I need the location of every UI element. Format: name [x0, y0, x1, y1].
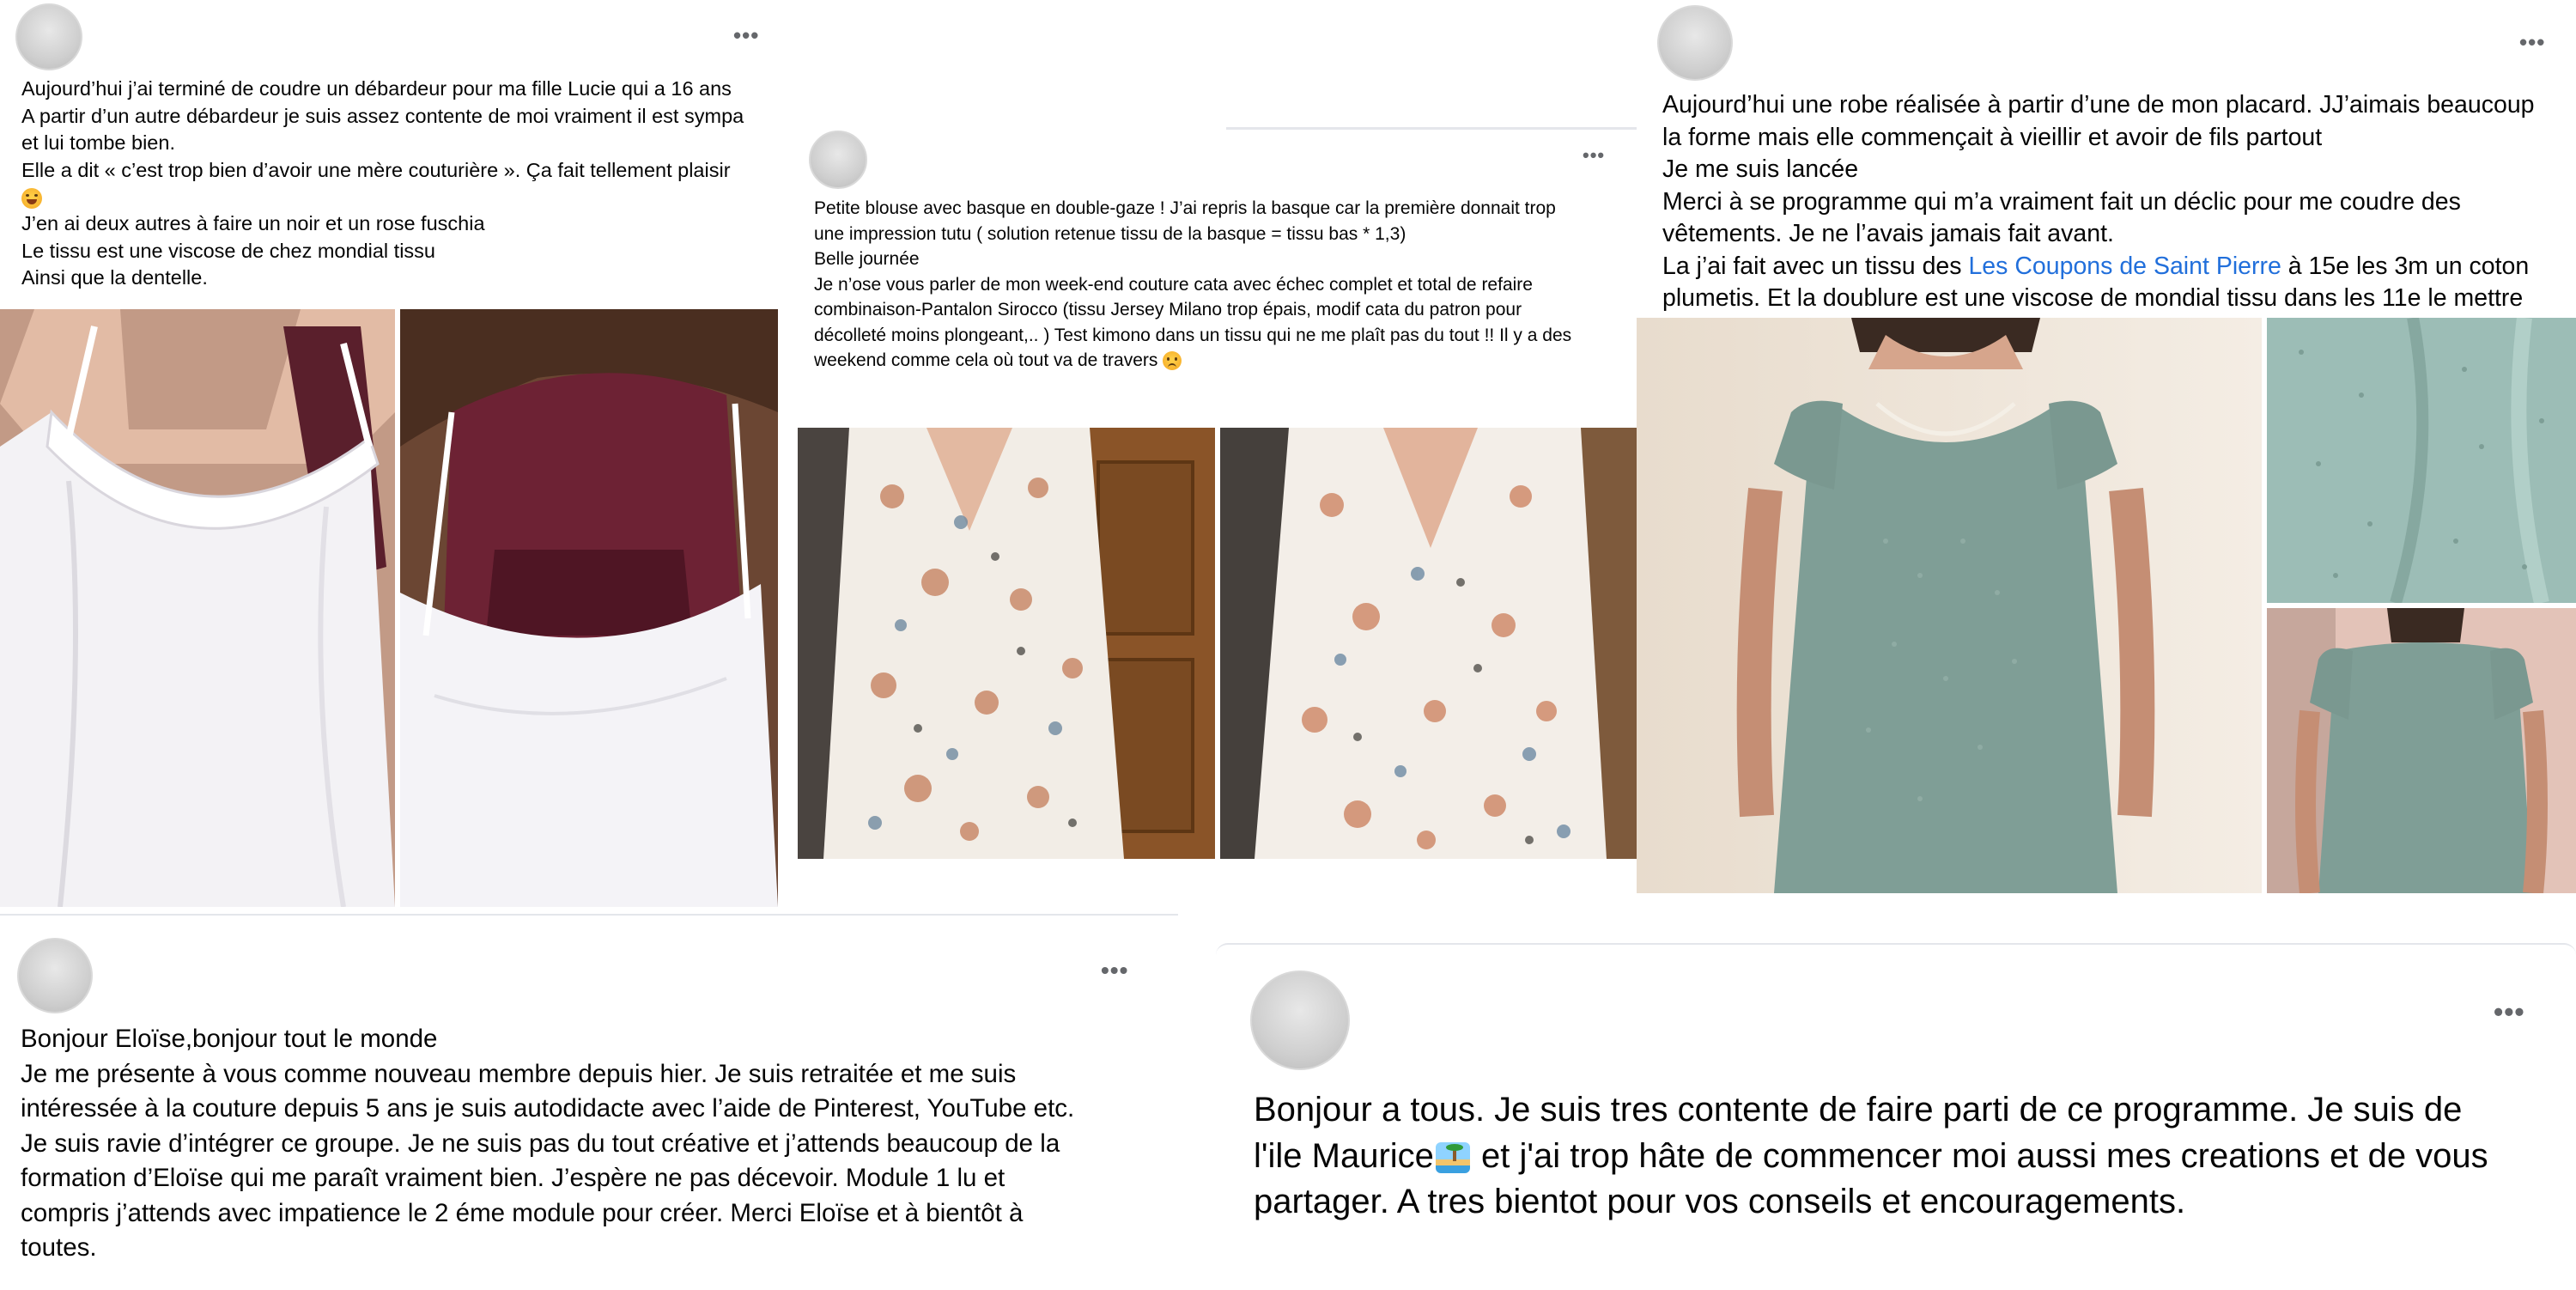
post-text: Bonjour a tous. Je suis tres contente de…: [1254, 1087, 2567, 1226]
post-line: Merci à se programme qui m’a vraiment fa…: [1662, 187, 2461, 216]
floral-blouse-photo-1[interactable]: [798, 428, 1215, 859]
white-camisole-back-photo[interactable]: [400, 309, 778, 907]
post-text: Aujourd’hui j’ai terminé de coudre un dé…: [21, 76, 777, 292]
post-line: Bonjour Eloïse,bonjour tout le monde: [21, 1025, 438, 1053]
post-line: une impression tutu ( solution retenue t…: [814, 223, 1406, 244]
post-line: formation d’Eloïse qui me paraît vraimen…: [21, 1164, 1005, 1192]
more-options-icon[interactable]: •••: [1101, 957, 1128, 984]
post-text: Bonjour Eloïse,bonjour tout le monde Je …: [21, 1022, 1176, 1266]
author-avatar[interactable]: [809, 131, 867, 189]
post-card-3: ••• Aujourd’hui une robe réalisée à part…: [1637, 0, 2576, 893]
post-line: combinaison-Pantalon Sirocco (tissu Jers…: [814, 300, 1522, 319]
green-dress-back-photo[interactable]: [2267, 608, 2576, 893]
white-camisole-front-photo[interactable]: [0, 309, 395, 907]
post-line-with-emoji: l'ile Maurice et j'ai trop hâte de comme…: [1254, 1134, 2567, 1180]
post-line: compris j’attends avec impatience le 2 é…: [21, 1198, 1024, 1227]
post-line: Je me présente à vous comme nouveau memb…: [21, 1059, 1017, 1088]
author-avatar[interactable]: [15, 3, 82, 70]
post-line: toutes.: [21, 1233, 97, 1262]
post-line: intéressée à la couture depuis 5 ans je …: [21, 1094, 1075, 1123]
post-card-2: ••• Petite blouse avec basque en double-…: [797, 127, 1637, 866]
post-line: J’en ai deux autres à faire un noir et u…: [21, 212, 485, 234]
post-line: Le tissu est une viscose de chez mondial…: [21, 239, 436, 262]
post-line: A partir d’un autre débardeur je suis as…: [21, 104, 744, 127]
post-line-with-emoji: weekend comme cela où tout va de travers: [814, 348, 1634, 374]
post-line: Je n’ose vous parler de mon week-end cou…: [814, 274, 1533, 295]
post-line: Aujourd’hui une robe réalisée à partir d…: [1662, 91, 2535, 119]
post-line: weekend comme cela où tout va de travers: [814, 350, 1158, 370]
post-line: vêtements. Je ne l’avais jamais fait ava…: [1662, 220, 2114, 247]
post-line-suffix: à 15e les 3m un coton: [2281, 252, 2530, 280]
island-emoji: [1435, 1141, 1470, 1173]
smiling-face-emoji: [21, 184, 777, 210]
post-line: partager. A tres bientot pour vos consei…: [1254, 1183, 2186, 1220]
post-text: Petite blouse avec basque en double-gaze…: [814, 196, 1634, 374]
post-text: Aujourd’hui une robe réalisée à partir d…: [1662, 89, 2573, 315]
more-options-icon[interactable]: •••: [2519, 29, 2545, 56]
author-avatar[interactable]: [17, 938, 93, 1013]
more-options-icon[interactable]: •••: [1583, 144, 1605, 167]
post-line: Bonjour a tous. Je suis tres contente de…: [1254, 1091, 2463, 1129]
post-line: la forme mais elle commençait à vieillir…: [1662, 123, 2323, 151]
post-line: Je suis ravie d’intégrer ce groupe. Je n…: [21, 1129, 1060, 1158]
post-line-prefix: La j’ai fait avec un tissu des: [1662, 252, 1969, 280]
post-line-with-link: La j’ai fait avec un tissu des Les Coupo…: [1662, 251, 2573, 283]
post-line: Ainsi que la dentelle.: [21, 266, 208, 289]
post-line: Aujourd’hui j’ai terminé de coudre un dé…: [21, 77, 732, 100]
floral-blouse-photo-2[interactable]: [1220, 428, 1637, 859]
post-line: et lui tombe bien.: [21, 131, 175, 154]
author-avatar[interactable]: [1250, 971, 1350, 1070]
page-link[interactable]: Les Coupons de Saint Pierre: [1968, 253, 2281, 280]
post-line: Elle a dit « c’est trop bien d’avoir une…: [21, 158, 731, 181]
card-top-border: [1226, 127, 1637, 130]
post-line: plumetis. Et la doublure est une viscose…: [1662, 284, 2524, 312]
post-line-suffix: et j'ai trop hâte de commencer moi aussi…: [1471, 1136, 2488, 1175]
post-line: l'ile Maurice: [1254, 1136, 1434, 1175]
more-options-icon[interactable]: •••: [733, 22, 759, 49]
fabric-detail-photo[interactable]: [2267, 318, 2576, 603]
post-card-5: ••• Bonjour a tous. Je suis tres content…: [1216, 943, 2576, 1290]
post-line: Petite blouse avec basque en double-gaze…: [814, 198, 1556, 218]
frowning-face-emoji: [1163, 351, 1182, 371]
more-options-icon[interactable]: •••: [2494, 996, 2525, 1028]
card-top-border: [0, 914, 1178, 916]
post-line: Belle journée: [814, 249, 920, 269]
author-avatar[interactable]: [1657, 5, 1733, 81]
post-line: Je me suis lancée: [1662, 155, 1859, 183]
post-line: décolleté moins plongeant,.. ) Test kimo…: [814, 325, 1572, 345]
post-card-4: ••• Bonjour Eloïse,bonjour tout le monde…: [0, 914, 1178, 1288]
green-dress-front-photo[interactable]: [1637, 318, 2262, 893]
post-card-1: ••• Aujourd’hui j’ai terminé de coudre u…: [0, 0, 778, 907]
